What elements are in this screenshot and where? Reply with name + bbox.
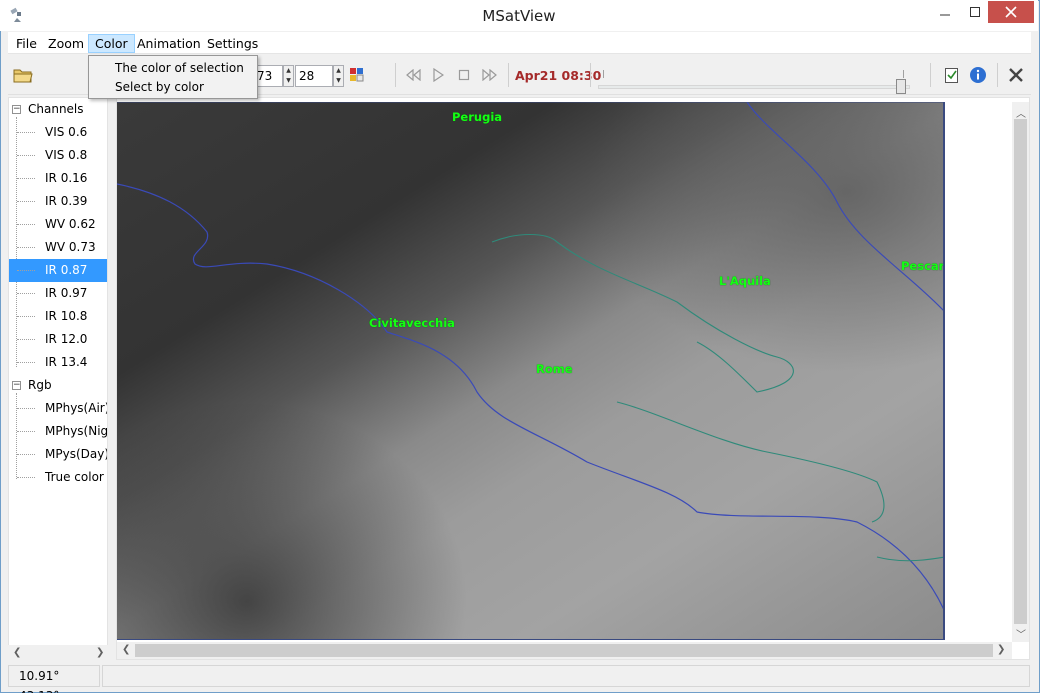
sidebar-horizontal-scrollbar[interactable]: ❮ ❯ xyxy=(8,645,108,662)
toolbar-separator xyxy=(395,63,396,87)
palette-icon xyxy=(350,68,364,82)
tree-group-channels[interactable]: − Channels xyxy=(9,98,107,121)
channel-item[interactable]: VIS 0.6 xyxy=(9,121,107,144)
rgb-item[interactable]: MPys(Day) xyxy=(9,443,107,466)
menu-item-select-by-color[interactable]: Select by color xyxy=(115,80,204,94)
fast-forward-icon xyxy=(482,69,497,81)
rewind-icon xyxy=(406,69,421,81)
close-window-button[interactable] xyxy=(988,1,1034,23)
datetime-label: Apr21 08:30 xyxy=(515,68,602,83)
channel-item[interactable]: WV 0.73 xyxy=(9,236,107,259)
vertical-scroll-thumb[interactable] xyxy=(1014,119,1027,624)
channel-item[interactable]: VIS 0.8 xyxy=(9,144,107,167)
toolbar-separator xyxy=(590,63,591,87)
status-pane-empty xyxy=(102,665,1030,687)
rewind-button[interactable] xyxy=(403,67,423,83)
scroll-down-icon[interactable]: ﹀ xyxy=(1016,626,1026,641)
map-boundaries xyxy=(117,102,943,610)
city-label-rome: Rome xyxy=(536,362,573,376)
spin-value-2[interactable]: 28 xyxy=(295,65,333,87)
spin-up-icon[interactable]: ▲ xyxy=(334,66,343,76)
maximize-icon xyxy=(970,7,980,17)
checklist-button[interactable] xyxy=(942,65,962,85)
channel-item[interactable]: IR 0.16 xyxy=(9,167,107,190)
spin-down-icon[interactable]: ▼ xyxy=(334,76,343,86)
channel-item[interactable]: IR 13.4 xyxy=(9,351,107,374)
stop-button[interactable] xyxy=(455,67,473,83)
window-title: MSatView xyxy=(482,7,556,25)
scroll-up-icon[interactable]: ︿ xyxy=(1016,105,1026,120)
channel-tree: − Channels VIS 0.6 VIS 0.8 IR 0.16 IR 0.… xyxy=(8,97,108,662)
slider-tick xyxy=(903,70,904,78)
time-slider-track[interactable] xyxy=(598,85,910,89)
time-slider-thumb[interactable] xyxy=(896,79,906,94)
collapse-icon[interactable]: − xyxy=(12,381,21,390)
stop-icon xyxy=(458,69,470,81)
spin-1-arrows[interactable]: ▲ ▼ xyxy=(283,65,294,87)
fast-forward-button[interactable] xyxy=(480,67,500,83)
menu-file[interactable]: File xyxy=(10,34,43,53)
menu-item-color-of-selection[interactable]: The color of selection xyxy=(115,61,244,75)
toolbar-separator xyxy=(508,63,509,87)
menu-color[interactable]: Color xyxy=(88,34,135,53)
toolbar-separator xyxy=(930,63,931,87)
channel-item[interactable]: IR 0.39 xyxy=(9,190,107,213)
color-menu-dropdown: The color of selection Select by color xyxy=(88,55,258,99)
title-bar: MSatView xyxy=(0,0,1038,31)
menu-animation[interactable]: Animation xyxy=(131,34,207,53)
rgb-item[interactable]: MPhys(Air) xyxy=(9,397,107,420)
channel-item[interactable]: IR 10.8 xyxy=(9,305,107,328)
channel-item[interactable]: IR 0.97 xyxy=(9,282,107,305)
menu-settings[interactable]: Settings xyxy=(201,34,264,53)
minimize-icon xyxy=(940,14,950,16)
toolbar-separator xyxy=(997,63,998,87)
menu-zoom[interactable]: Zoom xyxy=(42,34,90,53)
minimize-button[interactable] xyxy=(930,0,960,24)
channel-item[interactable]: WV 0.62 xyxy=(9,213,107,236)
scroll-right-icon[interactable]: ❯ xyxy=(96,647,104,658)
palette-button[interactable] xyxy=(347,65,367,85)
collapse-icon[interactable]: − xyxy=(12,105,21,114)
channel-item[interactable]: IR 12.0 xyxy=(9,328,107,351)
city-label-civitavecchia: Civitavecchia xyxy=(369,316,455,330)
slider-tick xyxy=(603,70,604,78)
maximize-button[interactable] xyxy=(960,0,990,24)
rgb-item[interactable]: True color xyxy=(9,466,107,489)
spin-up-icon[interactable]: ▲ xyxy=(284,66,293,76)
info-button[interactable] xyxy=(968,65,988,85)
spin-2-arrows[interactable]: ▲ ▼ xyxy=(333,65,344,87)
horizontal-scroll-thumb[interactable] xyxy=(135,644,993,657)
city-label-pescara: Pescara xyxy=(901,259,945,273)
play-button[interactable] xyxy=(429,67,447,83)
scroll-right-icon[interactable]: ❯ xyxy=(997,644,1005,655)
info-icon xyxy=(970,67,986,83)
rgb-item[interactable]: MPhys(Nigh xyxy=(9,420,107,443)
exit-button[interactable] xyxy=(1006,65,1026,85)
scroll-left-icon[interactable]: ❮ xyxy=(13,647,21,658)
tree-group-rgb[interactable]: − Rgb xyxy=(9,374,107,397)
channel-item-selected[interactable]: IR 0.87 xyxy=(9,259,107,282)
close-icon xyxy=(1009,68,1023,82)
folder-icon xyxy=(13,69,33,83)
menu-bar: File Zoom Color Animation Settings xyxy=(8,32,1031,54)
coordinates-readout: 10.91° 43.13° xyxy=(8,665,100,693)
city-label-laquila: L'Aquila xyxy=(719,274,771,288)
play-icon xyxy=(433,68,444,82)
city-label-perugia: Perugia xyxy=(452,110,503,124)
checklist-icon xyxy=(945,68,958,83)
spin-down-icon[interactable]: ▼ xyxy=(284,76,293,86)
close-icon xyxy=(1005,6,1017,18)
satellite-image[interactable]: Perugia Pescara L'Aquila Civitavecchia R… xyxy=(117,102,945,640)
open-folder-button[interactable] xyxy=(12,66,34,84)
scroll-left-icon[interactable]: ❮ xyxy=(122,644,130,655)
